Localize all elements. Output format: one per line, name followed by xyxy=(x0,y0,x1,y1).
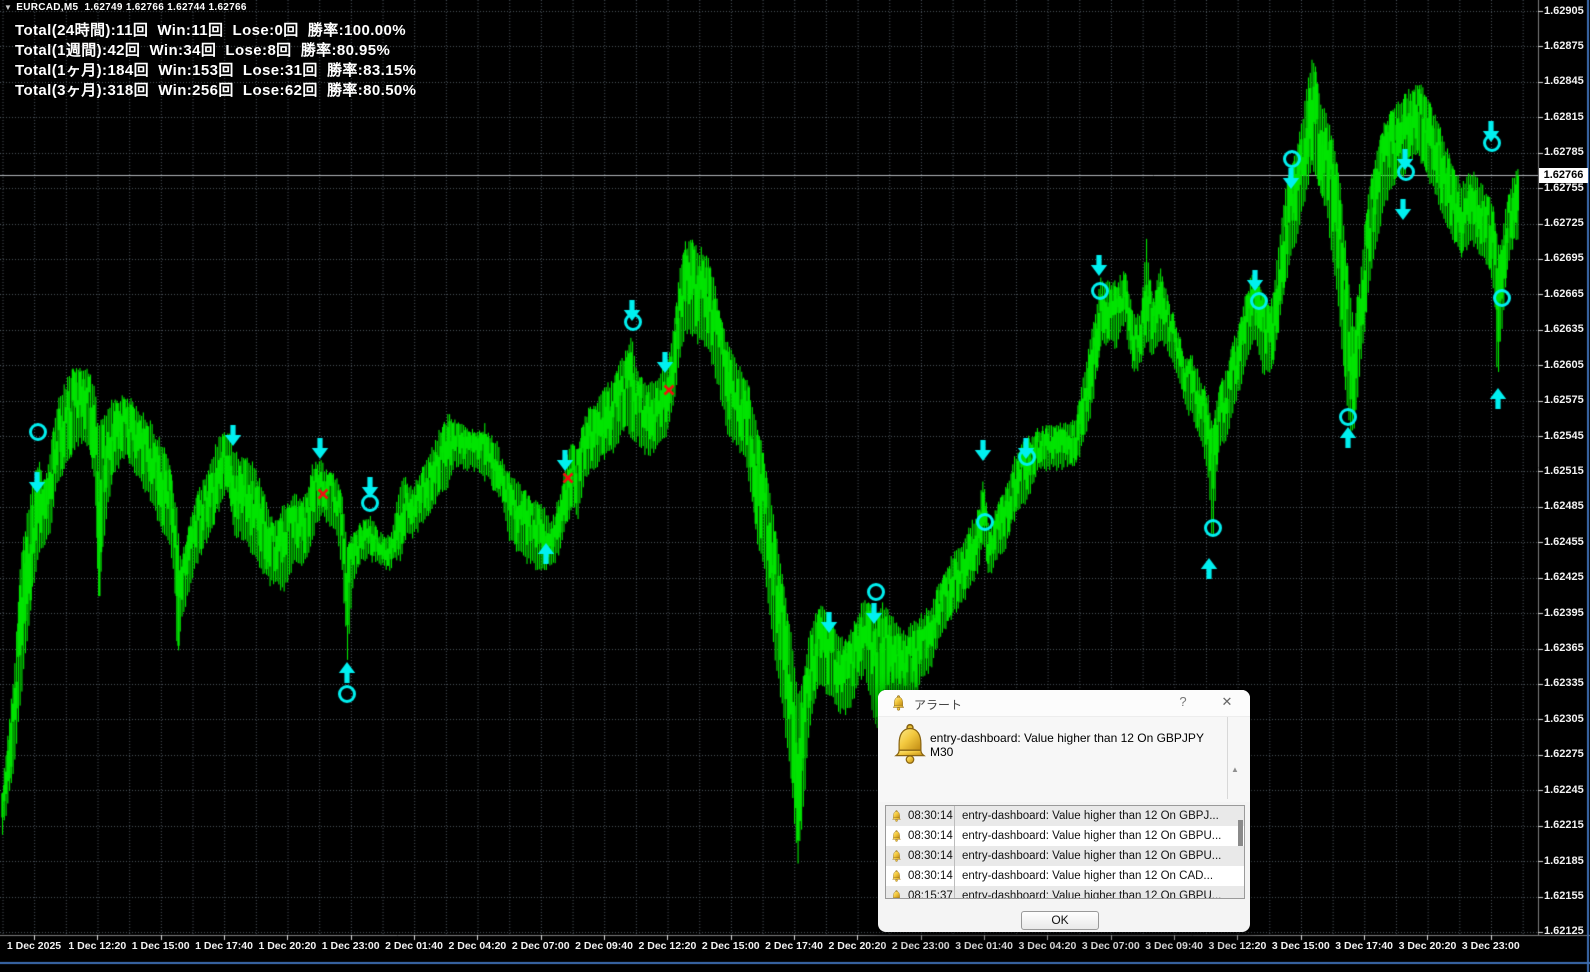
price-axis-label: 1.62245 xyxy=(1544,783,1584,796)
collapse-indicator-icon[interactable]: ▼ xyxy=(4,3,12,12)
price-axis-label: 1.62635 xyxy=(1544,323,1584,336)
bell-icon xyxy=(891,850,902,862)
price-axis-label: 1.62875 xyxy=(1544,39,1584,52)
price-axis-label: 1.62695 xyxy=(1544,252,1584,265)
price-axis-label: 1.62395 xyxy=(1544,606,1584,619)
alert-bell-icon xyxy=(891,723,929,765)
alert-text: entry-dashboard: Value higher than 12 On… xyxy=(954,846,1232,866)
price-chart-canvas[interactable] xyxy=(0,0,1590,972)
price-axis-label: 1.62815 xyxy=(1544,110,1584,123)
alert-history-list: 08:30:14 entry-dashboard: Value higher th… xyxy=(885,805,1245,899)
current-price-tag: 1.62766 xyxy=(1539,167,1588,183)
time-axis-label: 3 Dec 01:40 xyxy=(955,940,1013,952)
price-axis-label: 1.62335 xyxy=(1544,677,1584,690)
time-axis-label: 3 Dec 09:40 xyxy=(1145,940,1204,952)
stats-line: Total(1ヶ月):184回 Win:153回 Lose:31回 勝率:83.… xyxy=(15,62,417,79)
alert-list-row[interactable]: 08:30:14 entry-dashboard: Value higher th… xyxy=(886,846,1244,866)
alert-time: 08:30:14 xyxy=(908,810,953,822)
bell-icon xyxy=(891,810,902,822)
time-axis-label: 2 Dec 17:40 xyxy=(765,940,823,952)
time-axis-label: 3 Dec 15:00 xyxy=(1271,940,1330,952)
alert-dialog: アラート ? ✕ entry-dashboard: Value higher t… xyxy=(878,690,1250,932)
time-axis-label: 2 Dec 15:00 xyxy=(701,940,760,952)
price-axis-label: 1.62125 xyxy=(1544,925,1584,938)
bell-icon xyxy=(891,890,902,899)
time-axis-label: 1 Dec 20:20 xyxy=(258,940,317,952)
alert-list-row[interactable]: 08:15:37 entry-dashboard: Value higher th… xyxy=(886,886,1244,899)
time-axis-label: 2 Dec 04:20 xyxy=(448,940,507,952)
alert-message: entry-dashboard: Value higher than 12 On… xyxy=(930,731,1204,759)
alert-time: 08:30:14 xyxy=(908,830,953,842)
alert-time: 08:15:37 xyxy=(908,890,953,899)
price-axis-label: 1.62725 xyxy=(1544,217,1584,230)
time-axis-label: 1 Dec 23:00 xyxy=(321,940,380,952)
price-axis-label: 1.62785 xyxy=(1544,146,1584,159)
price-axis-label: 1.62425 xyxy=(1544,571,1584,584)
price-axis-label: 1.62185 xyxy=(1544,854,1584,867)
mt4-chart-window: ▼ EURCAD,M5 1.62749 1.62766 1.62744 1.627… xyxy=(0,0,1590,972)
alert-text: entry-dashboard: Value higher than 12 On… xyxy=(954,886,1232,898)
list-scrollbar-thumb[interactable] xyxy=(1238,820,1243,846)
time-axis-label: 2 Dec 23:00 xyxy=(891,940,950,952)
signal-stats-panel: Total(24時間):11回 Win:11回 Lose:0回 勝率:100.0… xyxy=(15,21,416,101)
price-axis-label: 1.62605 xyxy=(1544,358,1584,371)
stats-line: Total(3ヶ月):318回 Win:256回 Lose:62回 勝率:80.… xyxy=(15,82,417,99)
symbol-quote-bar[interactable]: ▼ EURCAD,M5 1.62749 1.62766 1.62744 1.627… xyxy=(4,2,247,13)
price-axis-label: 1.62455 xyxy=(1544,535,1584,548)
time-axis-label: 3 Dec 17:40 xyxy=(1335,940,1394,952)
price-axis-label: 1.62545 xyxy=(1544,429,1584,442)
symbol-ohlc-text: EURCAD,M5 1.62749 1.62766 1.62744 1.6276… xyxy=(16,2,247,13)
time-axis-label: 3 Dec 20:20 xyxy=(1398,940,1457,952)
alert-time: 08:30:14 xyxy=(908,850,953,862)
alert-list-row[interactable]: 08:30:14 entry-dashboard: Value higher th… xyxy=(886,826,1244,846)
time-axis-label: 3 Dec 23:00 xyxy=(1461,940,1520,952)
stats-line: Total(24時間):11回 Win:11回 Lose:0回 勝率:100.0… xyxy=(15,22,407,39)
alert-dialog-titlebar[interactable]: アラート ? ✕ xyxy=(878,690,1250,717)
time-axis-label: 2 Dec 12:20 xyxy=(638,940,697,952)
bell-icon xyxy=(891,695,906,711)
price-axis-label: 1.62845 xyxy=(1544,75,1584,88)
scroll-up-icon[interactable]: ▲ xyxy=(1228,765,1242,774)
price-axis-label: 1.62485 xyxy=(1544,500,1584,513)
time-axis-label: 3 Dec 12:20 xyxy=(1208,940,1267,952)
time-axis-label: 2 Dec 20:20 xyxy=(828,940,887,952)
price-axis-label: 1.62515 xyxy=(1544,464,1584,477)
price-axis-label: 1.62665 xyxy=(1544,287,1584,300)
bell-icon xyxy=(891,870,902,882)
close-button[interactable]: ✕ xyxy=(1216,694,1238,712)
time-axis-label: 2 Dec 01:40 xyxy=(385,940,443,952)
price-axis-label: 1.62755 xyxy=(1544,181,1584,194)
price-axis-label: 1.62215 xyxy=(1544,819,1584,832)
ok-button[interactable]: OK xyxy=(1021,911,1099,930)
message-scroll-divider xyxy=(1227,717,1228,799)
alert-list-row[interactable]: 08:30:14 entry-dashboard: Value higher th… xyxy=(886,806,1244,826)
time-axis-label: 3 Dec 07:00 xyxy=(1081,940,1140,952)
alert-dialog-title: アラート xyxy=(914,698,963,712)
time-axis-label: 3 Dec 04:20 xyxy=(1018,940,1077,952)
price-axis-label: 1.62275 xyxy=(1544,748,1584,761)
price-axis-label: 1.62305 xyxy=(1544,712,1584,725)
price-axis-label: 1.62365 xyxy=(1544,642,1584,655)
time-axis-label: 1 Dec 15:00 xyxy=(131,940,190,952)
time-axis-label: 1 Dec 12:20 xyxy=(68,940,127,952)
alert-message-area: entry-dashboard: Value higher than 12 On… xyxy=(878,717,1250,818)
alert-text: entry-dashboard: Value higher than 12 On… xyxy=(954,866,1232,886)
help-button[interactable]: ? xyxy=(1172,694,1194,712)
price-axis-label: 1.62905 xyxy=(1544,4,1584,17)
stats-line: Total(1週間):42回 Win:34回 Lose:8回 勝率:80.95% xyxy=(15,42,391,59)
time-axis-label: 2 Dec 09:40 xyxy=(575,940,633,952)
price-axis-label: 1.62155 xyxy=(1544,890,1584,902)
alert-list-row[interactable]: 08:30:14 entry-dashboard: Value higher th… xyxy=(886,866,1244,886)
bell-icon xyxy=(891,830,902,842)
time-axis-label: 2 Dec 07:00 xyxy=(511,940,570,952)
time-axis-label: 1 Dec 17:40 xyxy=(195,940,253,952)
time-axis-label: 1 Dec 2025 xyxy=(6,940,62,952)
alert-time: 08:30:14 xyxy=(908,870,953,882)
alert-text: entry-dashboard: Value higher than 12 On… xyxy=(954,806,1232,826)
price-axis-label: 1.62575 xyxy=(1544,394,1584,407)
alert-text: entry-dashboard: Value higher than 12 On… xyxy=(954,826,1232,846)
